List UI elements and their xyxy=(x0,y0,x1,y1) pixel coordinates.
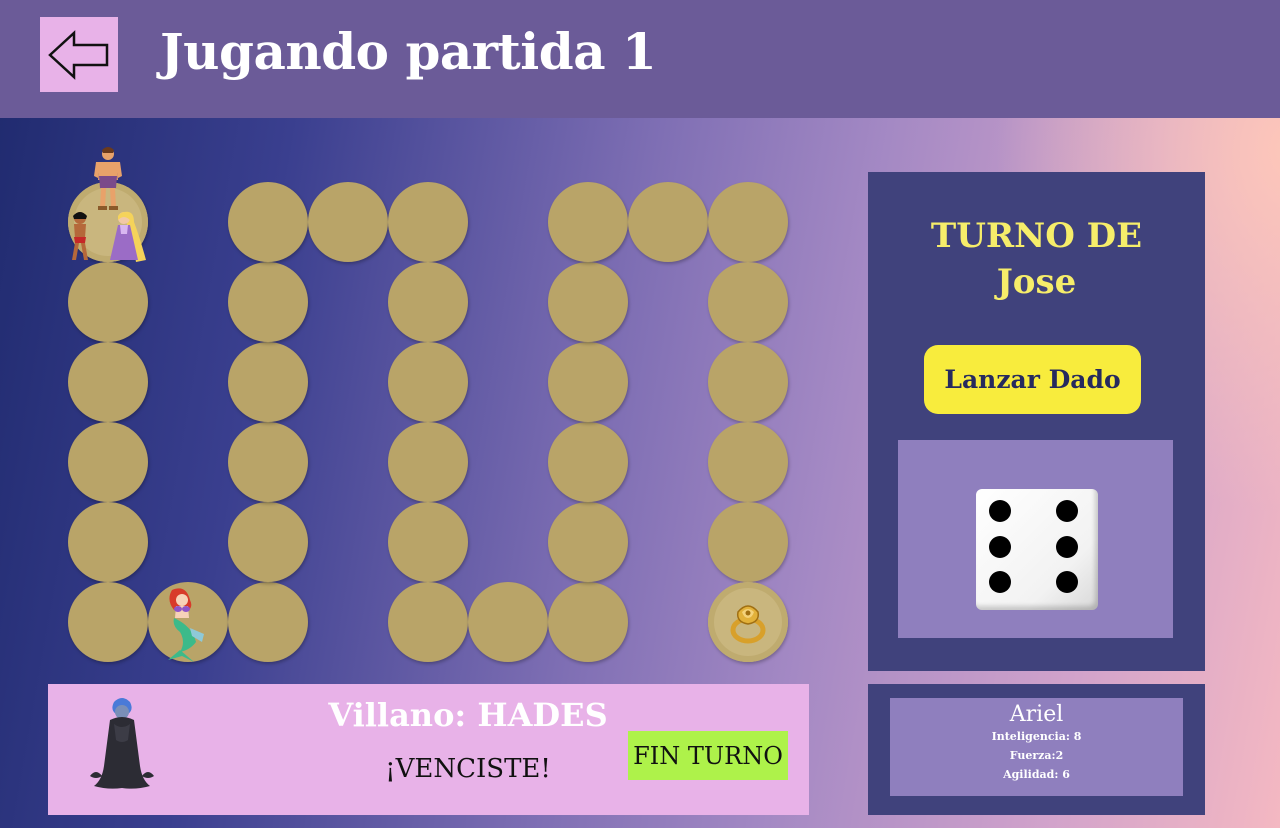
stat-intelligence: Inteligencia: 8 xyxy=(991,730,1082,743)
board-cell[interactable] xyxy=(708,262,788,342)
board-cell[interactable] xyxy=(548,502,628,582)
game-board xyxy=(0,118,860,678)
board-cell[interactable] xyxy=(68,502,148,582)
board-cell[interactable] xyxy=(548,342,628,422)
board-cell[interactable] xyxy=(68,582,148,662)
dice-pip xyxy=(989,500,1011,522)
board-cell[interactable] xyxy=(628,182,708,262)
rapunzel-token xyxy=(110,211,146,262)
board-cell[interactable] xyxy=(708,182,788,262)
board-cell[interactable] xyxy=(228,502,308,582)
mowgli-token xyxy=(72,212,88,260)
ariel-token xyxy=(168,588,204,662)
dice-pip xyxy=(1056,536,1078,558)
board-cell[interactable] xyxy=(68,422,148,502)
character-stats-card: Ariel Inteligencia: 8 Fuerza:2 Agilidad:… xyxy=(890,698,1183,796)
header-bar: Jugando partida 1 xyxy=(0,0,1280,118)
dice-pip xyxy=(989,536,1011,558)
back-button[interactable] xyxy=(40,17,118,92)
current-player-name: Jose xyxy=(996,262,1077,302)
board-cell[interactable] xyxy=(548,262,628,342)
board-cell[interactable] xyxy=(708,422,788,502)
board-cell[interactable] xyxy=(708,342,788,422)
board-cell[interactable] xyxy=(468,582,548,662)
turn-title: TURNO DE xyxy=(930,216,1143,256)
stats-panel: Ariel Inteligencia: 8 Fuerza:2 Agilidad:… xyxy=(868,684,1205,815)
dice-pip xyxy=(989,571,1011,593)
board-cell[interactable] xyxy=(548,422,628,502)
board-cell[interactable] xyxy=(388,262,468,342)
page-title: Jugando partida 1 xyxy=(160,22,657,81)
board-cell[interactable] xyxy=(68,262,148,342)
board-cell[interactable] xyxy=(388,502,468,582)
stat-strength: Fuerza:2 xyxy=(1009,749,1064,762)
board-cell[interactable] xyxy=(228,182,308,262)
board-cell[interactable] xyxy=(548,582,628,662)
villain-bar: Villano: HADES ¡VENCISTE! FIN TURNO xyxy=(48,684,809,815)
board-cell[interactable] xyxy=(228,582,308,662)
board-cell[interactable] xyxy=(388,582,468,662)
board-cell[interactable] xyxy=(388,342,468,422)
board-cell[interactable] xyxy=(228,262,308,342)
board-cell[interactable] xyxy=(308,182,388,262)
dice-area xyxy=(898,440,1173,638)
dice-pip xyxy=(1056,500,1078,522)
board-cell[interactable] xyxy=(708,502,788,582)
hercules-token xyxy=(94,147,122,210)
dice-icon xyxy=(976,489,1098,610)
board-cell[interactable] xyxy=(228,422,308,502)
roll-dice-button[interactable]: Lanzar Dado xyxy=(924,345,1141,414)
turn-panel: TURNO DE Jose Lanzar Dado xyxy=(868,172,1205,671)
villain-title: Villano: HADES xyxy=(328,696,608,734)
arrow-left-icon xyxy=(48,29,109,80)
board-cell[interactable] xyxy=(228,342,308,422)
stat-agility: Agilidad: 6 xyxy=(1003,768,1070,781)
board-cell[interactable] xyxy=(68,342,148,422)
ring-goal-token xyxy=(730,605,766,644)
board-cell[interactable] xyxy=(388,422,468,502)
character-name: Ariel xyxy=(1009,702,1064,727)
board-cell[interactable] xyxy=(548,182,628,262)
dice-pip xyxy=(1056,571,1078,593)
end-turn-button[interactable]: FIN TURNO xyxy=(628,731,788,780)
board-cell[interactable] xyxy=(388,182,468,262)
